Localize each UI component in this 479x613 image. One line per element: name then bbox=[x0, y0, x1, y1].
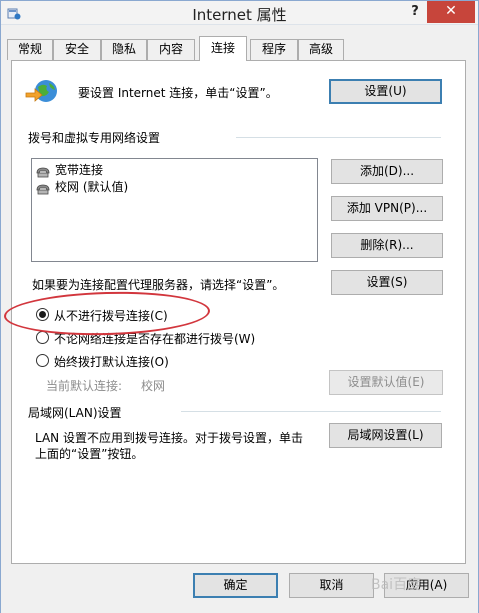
proxy-hint: 如果要为连接配置代理服务器，请选择“设置”。 bbox=[32, 278, 285, 292]
settings-button[interactable]: 设置(S) bbox=[331, 270, 443, 295]
title-bar[interactable]: Internet 属性 ? ✕ bbox=[1, 1, 478, 25]
tab-general[interactable]: 常规 bbox=[7, 39, 53, 60]
remove-button[interactable]: 删除(R)... bbox=[331, 233, 443, 258]
add-vpn-button[interactable]: 添加 VPN(P)... bbox=[331, 196, 443, 221]
connections-list[interactable]: 宽带连接 校网 (默认值) bbox=[31, 158, 318, 262]
always-dial-radio[interactable] bbox=[36, 354, 49, 367]
ok-button[interactable]: 确定 bbox=[193, 573, 278, 598]
dialup-connection-icon bbox=[36, 184, 50, 194]
lan-description-line1: LAN 设置不应用到拨号连接。对于拨号设置，单击 bbox=[35, 431, 303, 445]
dialup-group-title: 拨号和虚拟专用网络设置 bbox=[28, 131, 161, 145]
set-default-button[interactable]: 设置默认值(E) bbox=[329, 370, 443, 395]
always-dial-label[interactable]: 始终拨打默认连接(O) bbox=[54, 353, 169, 370]
lan-settings-button[interactable]: 局域网设置(L) bbox=[329, 423, 442, 448]
list-item[interactable]: 宽带连接 bbox=[35, 162, 103, 178]
dial-whenever-radio[interactable] bbox=[36, 331, 49, 344]
tab-programs[interactable]: 程序 bbox=[250, 39, 298, 60]
list-item[interactable]: 校网 (默认值) bbox=[35, 179, 128, 195]
group-divider bbox=[236, 137, 441, 138]
internet-properties-window: Internet 属性 ? ✕ 常规 安全 隐私 内容 连接 程序 高级 要设置… bbox=[0, 0, 479, 613]
setup-description: 要设置 Internet 连接，单击“设置”。 bbox=[78, 86, 278, 100]
watermark-text: Bai百度 bbox=[371, 577, 422, 593]
globe-connection-icon bbox=[25, 80, 57, 102]
tab-security[interactable]: 安全 bbox=[53, 39, 101, 60]
connection-label: 宽带连接 bbox=[55, 163, 104, 177]
current-default-value: 校网 bbox=[141, 379, 166, 393]
group-divider bbox=[181, 411, 441, 412]
dialup-connection-icon bbox=[36, 167, 50, 177]
connection-label: 校网 (默认值) bbox=[55, 180, 129, 194]
tab-advanced[interactable]: 高级 bbox=[298, 39, 344, 60]
current-default-label: 当前默认连接: bbox=[46, 379, 123, 393]
tab-privacy[interactable]: 隐私 bbox=[101, 39, 147, 60]
tab-content[interactable]: 内容 bbox=[147, 39, 195, 60]
lan-description-line2: 上面的“设置”按钮。 bbox=[35, 447, 144, 461]
close-button[interactable]: ✕ bbox=[427, 1, 475, 23]
setup-button[interactable]: 设置(U) bbox=[329, 79, 442, 104]
lan-group-title: 局域网(LAN)设置 bbox=[28, 406, 122, 420]
tab-connections[interactable]: 连接 bbox=[199, 36, 247, 61]
help-button[interactable]: ? bbox=[406, 3, 424, 21]
cancel-button[interactable]: 取消 bbox=[289, 573, 374, 598]
tab-strip: 常规 安全 隐私 内容 连接 程序 高级 bbox=[7, 36, 477, 61]
add-button[interactable]: 添加(D)... bbox=[331, 159, 443, 184]
